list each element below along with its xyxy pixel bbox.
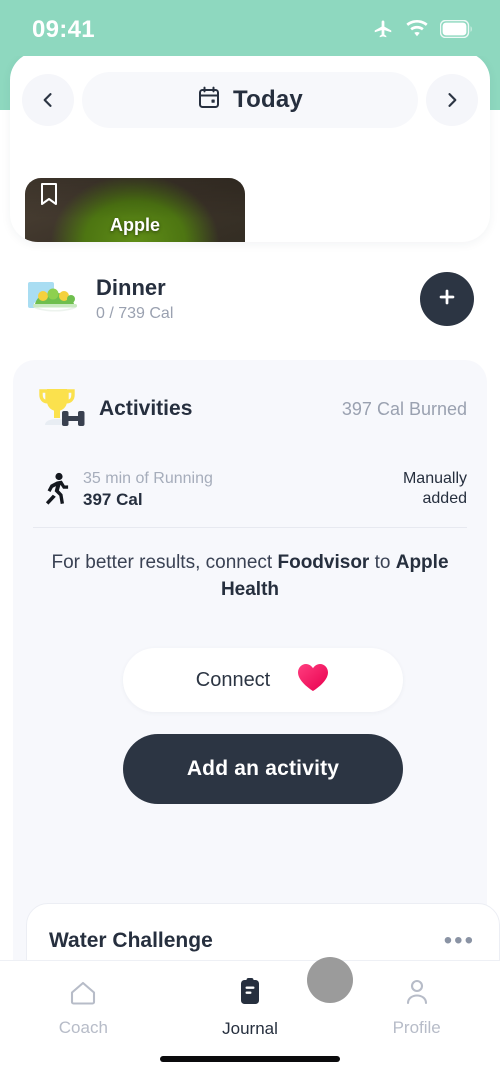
add-dinner-button[interactable] [420, 272, 474, 326]
activities-header: Activities 397 Cal Burned [13, 378, 487, 440]
activity-entry-running[interactable]: 35 min of Running 397 Cal Manually added [13, 456, 487, 522]
chevron-right-icon [442, 90, 462, 110]
divider [33, 527, 467, 528]
touch-cursor [307, 957, 353, 1003]
connect-button[interactable]: Connect [123, 648, 403, 712]
battery-icon [440, 20, 474, 38]
promo-prefix: For better results, connect [51, 552, 278, 573]
meal-text: Dinner 0 / 739 Cal [88, 275, 420, 322]
next-day-button[interactable] [426, 74, 478, 126]
plus-icon [436, 286, 458, 313]
activities-burned: 397 Cal Burned [341, 398, 467, 419]
date-label: Today [233, 86, 303, 113]
date-selector[interactable]: Today [82, 72, 418, 128]
water-challenge-title: Water Challenge [49, 929, 213, 952]
app-screen: 09:41 Today Apple Dinner 0 / 739 Cal Act… [0, 0, 500, 1080]
activity-entry-text: 35 min of Running 397 Cal [77, 469, 359, 510]
connect-label: Connect [195, 668, 271, 691]
promo-middle: to [369, 552, 396, 573]
activity-duration: 35 min of Running [83, 469, 213, 487]
food-strip: Apple [10, 140, 490, 242]
water-card-header: Water Challenge ••• [49, 926, 477, 956]
tab-profile[interactable]: Profile [333, 973, 500, 1043]
status-time: 09:41 [32, 16, 95, 43]
tab-coach[interactable]: Coach [0, 973, 167, 1043]
activities-card: Activities 397 Cal Burned 35 min of Runn… [13, 360, 500, 1080]
food-card-label: Apple [109, 215, 160, 235]
home-indicator [160, 1056, 340, 1062]
wifi-icon [405, 20, 429, 38]
bookmark-icon[interactable] [37, 182, 61, 213]
meal-row-dinner[interactable]: Dinner 0 / 739 Cal [0, 260, 500, 338]
add-activity-label: Add an activity [186, 757, 340, 780]
calendar-icon [197, 85, 221, 115]
activities-title: Activities [99, 397, 193, 420]
dinner-plate-icon [26, 276, 88, 322]
meal-calories: 0 / 739 Cal [96, 304, 174, 322]
health-connect-promo: For better results, connect Foodvisor to… [47, 550, 453, 604]
journal-content: Dinner 0 / 739 Cal Activities 397 Cal Bu… [0, 242, 500, 1080]
airplane-icon [372, 18, 394, 40]
activity-source: Manually added [402, 470, 467, 507]
trophy-dumbbell-icon [33, 385, 91, 433]
home-icon [68, 978, 98, 1011]
food-card-apple[interactable]: Apple [25, 178, 245, 242]
status-bar: 09:41 [0, 0, 500, 56]
tab-list: Coach Journal Profile [0, 973, 500, 1043]
chevron-left-icon [38, 90, 58, 110]
heart-icon [296, 662, 330, 698]
running-icon [33, 472, 77, 506]
meal-title: Dinner [96, 275, 166, 301]
bottom-tab-bar: Coach Journal Profile [0, 960, 500, 1080]
tab-profile-label: Profile [392, 1018, 441, 1037]
activity-calories: 397 Cal [83, 489, 143, 509]
tab-journal-label: Journal [222, 1019, 278, 1038]
more-horizontal-icon[interactable]: ••• [442, 928, 477, 954]
add-activity-button[interactable]: Add an activity [123, 734, 403, 804]
person-icon [403, 978, 431, 1011]
status-icons [372, 18, 474, 40]
previous-day-button[interactable] [22, 74, 74, 126]
tab-coach-label: Coach [58, 1018, 108, 1037]
date-navigator: Today [22, 66, 478, 134]
header-card: Today Apple [10, 52, 490, 242]
promo-brand: Foodvisor [277, 552, 370, 573]
journal-icon [236, 977, 264, 1012]
